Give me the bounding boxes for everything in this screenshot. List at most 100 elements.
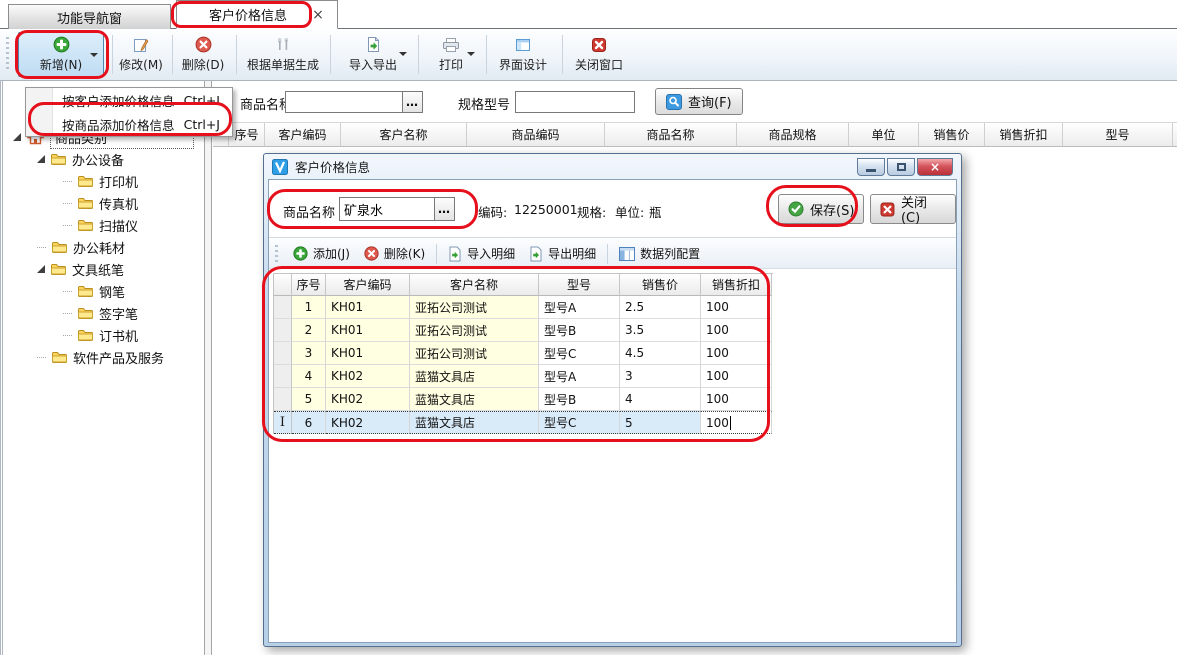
tab-customer-price-info[interactable]: 客户价格信息 × [176,0,338,29]
panel-splitter[interactable] [204,81,212,655]
cell-model[interactable]: 型号C [539,411,620,434]
cell-cust-name[interactable]: 蓝猫文具店 [410,388,539,411]
col-header-sale-price[interactable]: 销售价 [919,123,985,146]
search-button[interactable]: 查询(F) [655,88,743,115]
tab-close-icon[interactable]: × [309,6,327,24]
col-header-unit[interactable]: 单位 [849,123,919,146]
close-window-button[interactable]: 关闭窗口 [566,32,632,77]
table-row[interactable]: 3 KH01 亚拓公司测试 型号C 4.5 100 [274,342,773,365]
col-header-seq[interactable]: 序号 [229,123,265,146]
chevron-down-icon[interactable] [399,52,407,56]
cell-seq[interactable]: 4 [292,365,326,388]
cell-seq[interactable]: 5 [292,388,326,411]
cell-seq[interactable]: 1 [292,296,326,319]
ui-design-button[interactable]: 界面设计 [490,32,556,77]
tree-node-stapler[interactable]: 订书机 [5,324,202,346]
print-button[interactable]: 打印 [422,32,480,77]
cell-model[interactable]: 型号B [539,319,620,342]
dialog-title-bar[interactable]: 客户价格信息 × [268,154,957,179]
col-header-discount[interactable]: 销售折扣 [701,274,772,296]
cell-model[interactable]: 型号A [539,296,620,319]
cell-cust-code[interactable]: KH01 [326,296,410,319]
product-name-filter-input[interactable] [286,92,402,112]
cell-model[interactable]: 型号C [539,342,620,365]
cell-discount-editing[interactable]: 100 [701,411,772,434]
cell-cust-name[interactable]: 亚拓公司测试 [410,342,539,365]
product-name-lookup-button[interactable]: … [402,92,422,112]
tree-node-office-supplies[interactable]: 办公耗材 [5,236,202,258]
import-export-button[interactable]: 导入导出 [334,32,412,77]
cell-cust-code[interactable]: KH01 [326,342,410,365]
cell-cust-code[interactable]: KH02 [326,388,410,411]
cell-discount[interactable]: 100 [701,388,772,411]
col-header-model[interactable]: 型号 [539,274,620,296]
modify-button[interactable]: 修改(M) [114,32,168,77]
cell-seq[interactable]: 2 [292,319,326,342]
close-button[interactable]: 关闭(C) [870,194,956,224]
table-row[interactable]: 4 KH02 蓝猫文具店 型号A 3 100 [274,365,773,388]
col-header-prod-spec[interactable]: 商品规格 [737,123,849,146]
cell-model[interactable]: 型号B [539,388,620,411]
tree-node-office-equipment[interactable]: 办公设备 [5,148,202,170]
col-header-seq[interactable]: 序号 [292,274,326,296]
tree-node-scanner[interactable]: 扫描仪 [5,214,202,236]
cell-cust-name[interactable]: 蓝猫文具店 [410,365,539,388]
cell-seq[interactable]: 3 [292,342,326,365]
dialog-close-button[interactable]: × [917,158,953,176]
col-header-prod-code[interactable]: 商品编码 [467,123,605,146]
export-detail-button[interactable]: 导出明细 [522,245,603,262]
col-header-cust-code[interactable]: 客户编码 [326,274,410,296]
col-header-cust-name[interactable]: 客户名称 [341,123,467,146]
cell-sale-price[interactable]: 4.5 [620,342,701,365]
cell-discount[interactable]: 100 [701,296,772,319]
cell-discount[interactable]: 100 [701,365,772,388]
expand-collapse-icon[interactable] [37,265,45,273]
tree-node-software[interactable]: 软件产品及服务 [5,346,202,368]
new-button[interactable]: 新增(N) [18,32,104,77]
cell-cust-code[interactable]: KH02 [326,411,410,434]
generate-from-document-button[interactable]: 根据单据生成 [240,32,326,77]
table-row[interactable]: 2 KH01 亚拓公司测试 型号B 3.5 100 [274,319,773,342]
col-header-model[interactable]: 型号 [1063,123,1173,146]
col-header-discount[interactable]: 销售折扣 [985,123,1063,146]
delete-button[interactable]: 删除(D) [176,32,230,77]
product-lookup-button[interactable]: … [434,198,454,220]
cell-sale-price[interactable]: 3 [620,365,701,388]
col-header-sale-price[interactable]: 销售价 [620,274,701,296]
spec-model-filter-input[interactable] [516,92,634,112]
menu-item-add-by-customer[interactable]: 按客户添加价格信息 Ctrl+I [26,88,232,112]
cell-model[interactable]: 型号A [539,365,620,388]
cell-discount[interactable]: 100 [701,342,772,365]
column-config-button[interactable]: 数据列配置 [612,245,707,262]
add-row-button[interactable]: 添加(J) [286,245,357,262]
col-header-cust-name[interactable]: 客户名称 [410,274,539,296]
cell-sale-price[interactable]: 3.5 [620,319,701,342]
cell-seq[interactable]: 6 [292,411,326,434]
dialog-maximize-button[interactable] [887,158,915,176]
cell-cust-code[interactable]: KH02 [326,365,410,388]
cell-sale-price[interactable]: 5 [620,411,701,434]
expand-collapse-icon[interactable] [13,133,21,141]
expand-collapse-icon[interactable] [37,155,45,163]
cell-cust-name[interactable]: 亚拓公司测试 [410,296,539,319]
save-button[interactable]: 保存(S) [778,194,864,224]
cell-cust-name[interactable]: 蓝猫文具店 [410,411,539,434]
product-name-input[interactable] [340,198,434,220]
chevron-down-icon[interactable] [467,52,475,56]
tree-node-sign-pen[interactable]: 签字笔 [5,302,202,324]
col-header-prod-name[interactable]: 商品名称 [605,123,737,146]
dialog-minimize-button[interactable] [857,158,885,176]
cell-sale-price[interactable]: 4 [620,388,701,411]
cell-discount[interactable]: 100 [701,319,772,342]
tree-node-fax[interactable]: 传真机 [5,192,202,214]
import-detail-button[interactable]: 导入明细 [441,245,522,262]
table-row[interactable]: 5 KH02 蓝猫文具店 型号B 4 100 [274,388,773,411]
tree-node-printer[interactable]: 打印机 [5,170,202,192]
delete-row-button[interactable]: 删除(K) [357,245,432,262]
table-row[interactable]: 1 KH01 亚拓公司测试 型号A 2.5 100 [274,296,773,319]
col-header-cust-code[interactable]: 客户编码 [265,123,341,146]
cell-cust-code[interactable]: KH01 [326,319,410,342]
tab-function-nav[interactable]: 功能导航窗 [8,4,171,29]
chevron-down-icon[interactable] [90,53,98,57]
menu-item-add-by-product[interactable]: 按商品添加价格信息 Ctrl+J [26,112,232,136]
